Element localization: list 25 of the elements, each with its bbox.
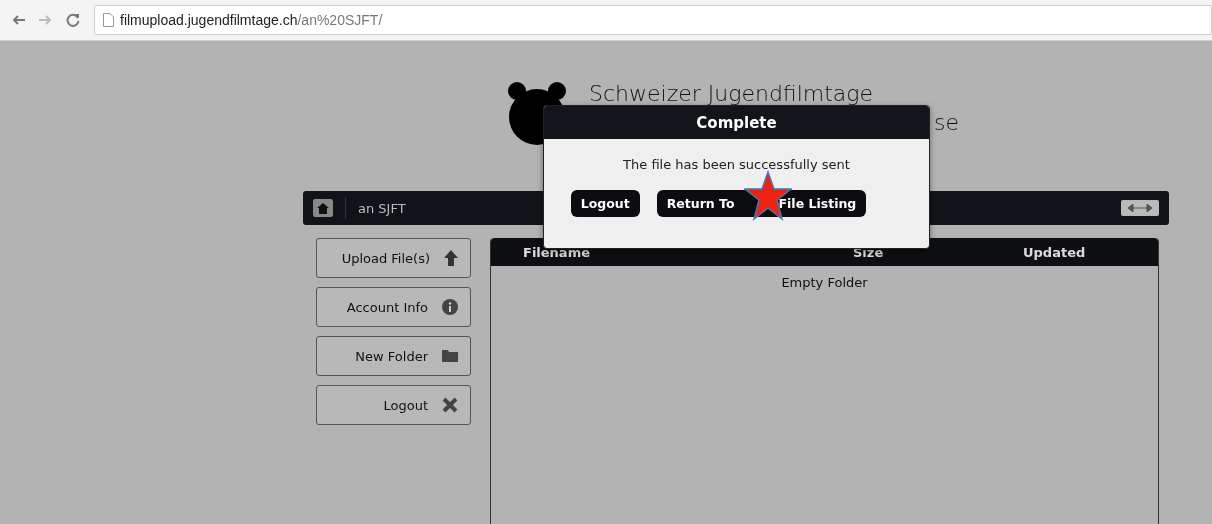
folder-path: an SJFT — [358, 200, 406, 216]
home-button[interactable] — [313, 199, 333, 217]
page-icon — [103, 13, 114, 27]
collapse-button[interactable] — [1121, 200, 1159, 216]
url-text: filmupload.jugendfilmtage.ch/an%20SJFT/ — [120, 12, 383, 28]
left-right-arrow-icon — [1128, 204, 1152, 212]
folder-icon — [442, 350, 458, 362]
empty-message: Empty Folder — [780, 275, 869, 290]
dialog-button[interactable]: Logout — [570, 190, 640, 217]
close-icon — [442, 397, 458, 413]
column-header[interactable]: Filename — [523, 244, 853, 260]
folder-button[interactable]: New Folder — [316, 336, 471, 376]
back-icon[interactable] — [12, 15, 25, 25]
column-header[interactable]: Updated — [1023, 244, 1158, 260]
dialog-title: Complete — [544, 106, 929, 139]
address-bar[interactable]: filmupload.jugendfilmtage.ch/an%20SJFT/ — [94, 5, 1212, 35]
info-icon — [442, 299, 458, 315]
info-button[interactable]: Account Info — [316, 287, 471, 327]
site-subtitle: se — [934, 110, 960, 135]
dialog-message: The file has been successfully sent — [622, 157, 851, 172]
logout-button[interactable]: Logout — [316, 385, 471, 425]
up-arrow-icon — [444, 250, 458, 266]
reload-icon[interactable] — [66, 13, 80, 27]
upload-button[interactable]: Upload File(s) — [316, 238, 471, 278]
site-title: Schweizer Jugendfilmtage — [589, 81, 874, 106]
